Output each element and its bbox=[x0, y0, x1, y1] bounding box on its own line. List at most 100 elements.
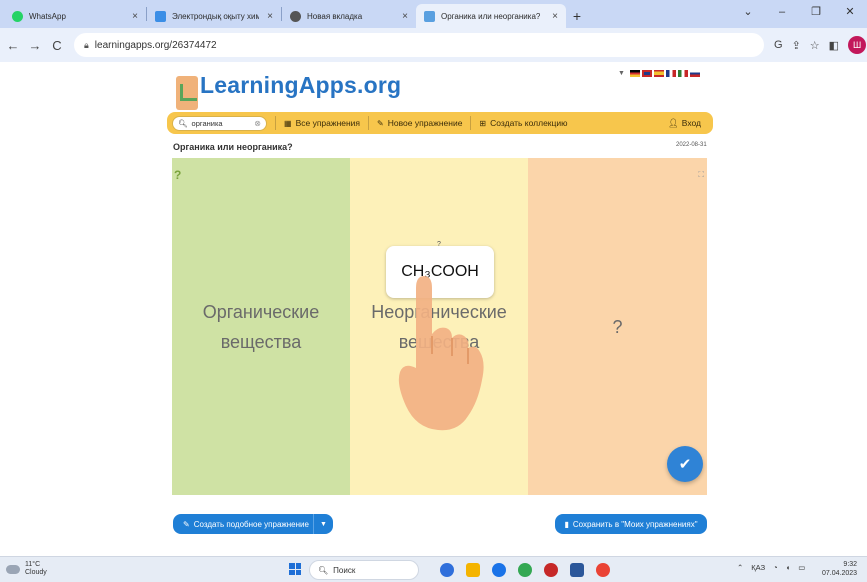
weather-widget[interactable]: 11°C Cloudy bbox=[6, 561, 47, 577]
logo-text: LearningApps.org bbox=[200, 72, 402, 98]
create-similar-button[interactable]: ✎ Создать подобное упражнение ▼ bbox=[173, 514, 333, 534]
chrome-icon bbox=[290, 10, 301, 22]
search-input[interactable]: 🔍︎ органика ⊗ bbox=[172, 115, 267, 131]
create-collection-label: Создать коллекцию bbox=[490, 118, 568, 128]
clock-date: 07.04.2023 bbox=[822, 570, 858, 577]
login-link[interactable]: 👤︎ Вход bbox=[668, 118, 701, 129]
back-icon[interactable]: ← bbox=[4, 38, 22, 53]
reload-icon[interactable]: C bbox=[48, 38, 66, 53]
file-explorer-icon[interactable] bbox=[466, 563, 480, 577]
tab-organika[interactable]: Органика или неорганика? × bbox=[416, 4, 566, 28]
clock-time: 9:32 bbox=[843, 561, 858, 568]
url-text: learningapps.org/26374472 bbox=[94, 39, 217, 51]
pencil-icon: ✎ bbox=[377, 118, 384, 128]
save-label: Сохранить в "Моих упражнениях" bbox=[572, 519, 698, 529]
new-tab-button[interactable]: + bbox=[566, 4, 588, 28]
volume-icon[interactable]: ◖ bbox=[786, 563, 791, 572]
whatsapp-icon bbox=[12, 10, 23, 22]
taskbar-clock[interactable]: 9:32 07.04.2023 bbox=[822, 560, 857, 578]
tab-search-icon[interactable]: ⌄ bbox=[731, 0, 765, 24]
all-exercises-label: Все упражнения bbox=[295, 118, 361, 128]
card-hint: ? bbox=[437, 241, 441, 248]
chrome-icon[interactable] bbox=[596, 563, 610, 577]
taskbar-search-label: Поиск bbox=[333, 565, 356, 575]
login-label: Вход bbox=[681, 118, 701, 128]
lock-icon[interactable]: 🔒︎ bbox=[84, 40, 89, 51]
taskview-icon[interactable] bbox=[440, 563, 454, 577]
language-selector[interactable]: ▼ bbox=[618, 70, 700, 77]
battery-icon[interactable]: ▭ bbox=[798, 563, 805, 572]
close-icon[interactable]: × bbox=[267, 11, 273, 22]
close-icon[interactable]: × bbox=[402, 11, 408, 22]
close-icon[interactable]: × bbox=[552, 11, 558, 22]
taskbar-apps bbox=[440, 563, 610, 577]
tab-new[interactable]: Новая вкладка × bbox=[282, 4, 416, 28]
check-button[interactable]: ✔ bbox=[667, 446, 703, 482]
tab-title: WhatsApp bbox=[29, 11, 66, 21]
site-logo[interactable]: LearningApps.org bbox=[176, 72, 436, 114]
flag-uk-icon[interactable] bbox=[641, 70, 652, 77]
minimize-icon[interactable]: – bbox=[765, 0, 799, 24]
wifi-icon[interactable]: ◔ bbox=[773, 563, 778, 572]
zone-label: ? bbox=[612, 316, 623, 337]
language-indicator[interactable]: ҚАЗ bbox=[751, 563, 765, 572]
fullscreen-icon[interactable]: ⛶ bbox=[698, 160, 704, 190]
window-controls: ⌄ – ❐ ✕ bbox=[731, 0, 867, 24]
drop-zone-unknown[interactable]: ⛶ ? bbox=[528, 158, 707, 495]
profile-avatar[interactable]: Ш bbox=[848, 36, 867, 54]
edit-icon: ✎ bbox=[183, 519, 190, 529]
exercise-date: 2022-08-31 bbox=[676, 142, 707, 148]
browser-actions: G ⇪ ☆ ◧ Ш bbox=[774, 36, 867, 54]
collection-icon: ⊞ bbox=[479, 118, 487, 128]
chevron-up-icon[interactable]: ⌃ bbox=[737, 563, 743, 572]
forward-icon[interactable]: → bbox=[26, 38, 44, 53]
flag-fr-icon[interactable] bbox=[665, 70, 676, 77]
share-icon[interactable]: ⇪ bbox=[792, 39, 801, 52]
start-button[interactable] bbox=[289, 563, 301, 575]
flag-it-icon[interactable] bbox=[677, 70, 688, 77]
close-window-icon[interactable]: ✕ bbox=[833, 0, 867, 24]
word-icon[interactable] bbox=[570, 563, 584, 577]
create-similar-label: Создать подобное упражнение bbox=[193, 519, 309, 529]
all-exercises-link[interactable]: ▦ Все упражнения bbox=[275, 116, 368, 130]
site-toolbar: 🔍︎ органика ⊗ ▦ Все упражнения ✎ Новое у… bbox=[167, 112, 713, 134]
learningapps-icon bbox=[424, 10, 435, 22]
tab-elektron[interactable]: Электрондық оқыту химиясы: Нұ × bbox=[147, 4, 281, 28]
tab-whatsapp[interactable]: WhatsApp × bbox=[4, 4, 146, 28]
flag-ru-icon[interactable] bbox=[689, 70, 700, 77]
edge-icon[interactable] bbox=[492, 563, 506, 577]
cloud-icon bbox=[6, 564, 20, 574]
logo-icon bbox=[176, 76, 198, 110]
chevron-down-icon[interactable]: ▼ bbox=[313, 514, 333, 534]
restore-icon[interactable]: ❐ bbox=[799, 0, 833, 24]
flag-de-icon[interactable] bbox=[629, 70, 640, 77]
google-icon[interactable]: G bbox=[774, 39, 783, 51]
create-collection-link[interactable]: ⊞ Создать коллекцию bbox=[470, 116, 575, 130]
grid-icon: ▦ bbox=[284, 118, 292, 128]
browser-tab-bar: WhatsApp × Электрондық оқыту химиясы: Нұ… bbox=[0, 0, 867, 28]
bookmark-star-icon[interactable]: ☆ bbox=[810, 39, 820, 52]
search-value: органика bbox=[191, 118, 223, 128]
chevron-down-icon: ▼ bbox=[618, 70, 625, 77]
close-icon[interactable]: × bbox=[132, 11, 138, 22]
flag-es-icon[interactable] bbox=[653, 70, 664, 77]
new-exercise-label: Новое упражнение bbox=[387, 118, 463, 128]
system-tray: ⌃ ҚАЗ ◔ ◖ ▭ bbox=[737, 563, 805, 572]
tab-title: Органика или неорганика? bbox=[441, 11, 541, 21]
taskbar-search[interactable]: 🔍︎ Поиск bbox=[309, 560, 419, 580]
tab-title: Новая вкладка bbox=[307, 11, 363, 21]
search-icon: 🔍︎ bbox=[178, 118, 188, 128]
sidepanel-icon[interactable]: ◧ bbox=[829, 39, 839, 52]
whatsapp-icon[interactable] bbox=[518, 563, 532, 577]
address-bar: ← → C 🔒︎ learningapps.org/26374472 G ⇪ ☆… bbox=[0, 28, 867, 62]
url-input[interactable]: 🔒︎ learningapps.org/26374472 bbox=[74, 33, 764, 57]
opera-icon[interactable] bbox=[544, 563, 558, 577]
drop-zone-organic[interactable]: ? Органические вещества bbox=[172, 158, 350, 495]
save-button[interactable]: ▮ Сохранить в "Моих упражнениях" bbox=[555, 514, 707, 534]
clear-icon[interactable]: ⊗ bbox=[254, 119, 261, 128]
page-icon bbox=[155, 10, 166, 22]
weather-temp: 11°C bbox=[25, 561, 41, 568]
new-exercise-link[interactable]: ✎ Новое упражнение bbox=[368, 116, 470, 130]
help-icon[interactable]: ? bbox=[174, 160, 181, 190]
exercise-title: Органика или неорганика? bbox=[173, 142, 293, 152]
